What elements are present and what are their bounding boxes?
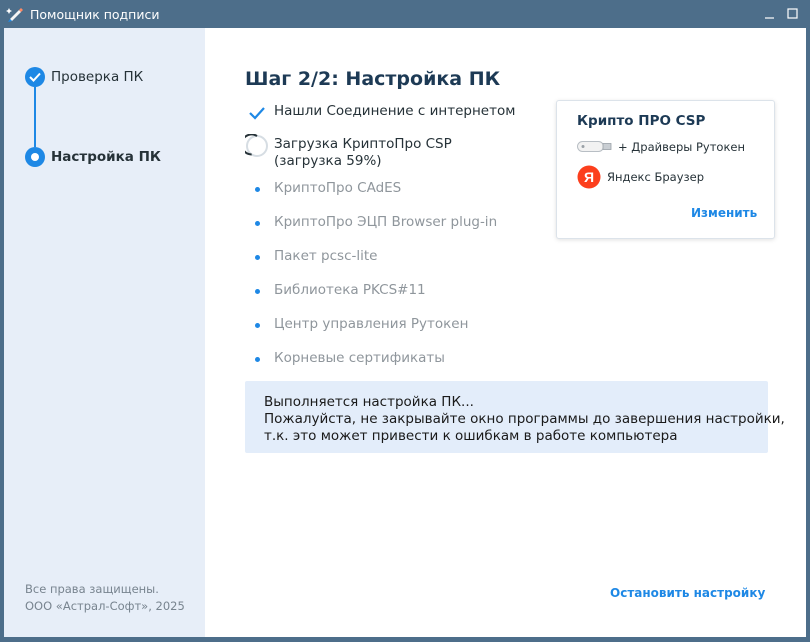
window-content: Проверка ПК Настройка ПК Все права защищ… — [4, 28, 806, 637]
sidebar-step-label: Настройка ПК — [51, 149, 161, 165]
bullet-icon — [255, 289, 260, 294]
app-logo-icon — [6, 8, 23, 22]
page-title: Шаг 2/2: Настройка ПК — [245, 68, 501, 90]
task-label: Нашли Соединение с интернетом — [274, 103, 516, 119]
info-line: т.к. это может привести к ошибкам в рабо… — [264, 428, 678, 444]
bullet-icon — [255, 255, 260, 260]
task-label: КриптоПро CAdES — [274, 180, 402, 196]
task-label: Пакет pcsc-lite — [274, 248, 378, 264]
component-card: Крипто ПРО CSP + Драйверы Рутокен Я Янде… — [556, 100, 775, 239]
loading-spinner-icon — [245, 134, 268, 157]
change-link[interactable]: Изменить — [691, 206, 757, 220]
step-done-icon — [25, 67, 45, 87]
app-window: Помощник подписи Проверка ПК Настройка П… — [0, 0, 810, 642]
bullet-icon — [255, 323, 260, 328]
copyright: Все права защищены. ООО «Астрал-Софт», 2… — [25, 581, 185, 615]
card-item-label: Яндекс Браузер — [607, 170, 704, 184]
copyright-line: ООО «Астрал-Софт», 2025 — [25, 599, 185, 613]
check-icon — [249, 107, 265, 120]
main-panel: Шаг 2/2: Настройка ПК Нашли Соединение с… — [205, 28, 806, 637]
info-line: Пожалуйста, не закрывайте окно программы… — [264, 411, 785, 427]
info-text: Выполняется настройка ПК... Пожалуйста, … — [264, 394, 785, 445]
stop-setup-button[interactable]: Остановить настройку — [610, 586, 765, 600]
sidebar: Проверка ПК Настройка ПК Все права защищ… — [4, 28, 205, 637]
bullet-icon — [255, 357, 260, 362]
task-label: КриптоПро ЭЦП Browser plug-in — [274, 214, 498, 230]
yandex-icon-letter: Я — [584, 169, 594, 185]
maximize-icon[interactable] — [783, 4, 803, 24]
bullet-icon — [255, 221, 260, 226]
copyright-line: Все права защищены. — [25, 582, 159, 596]
minimize-icon[interactable] — [760, 4, 780, 24]
step-current-icon — [25, 147, 45, 167]
step-connector — [34, 87, 36, 147]
info-banner: Выполняется настройка ПК... Пожалуйста, … — [245, 381, 785, 453]
usb-token-icon — [577, 141, 612, 152]
title-bar[interactable]: Помощник подписи — [0, 0, 810, 28]
info-line: Выполняется настройка ПК... — [264, 394, 474, 410]
task-label: Библиотека PKCS#11 — [274, 282, 426, 298]
window-title: Помощник подписи — [30, 7, 160, 22]
card-item-label: + Драйверы Рутокен — [618, 140, 745, 154]
task-label: Загрузка КриптоПро CSP — [274, 136, 452, 152]
card-title: Крипто ПРО CSP — [577, 113, 706, 129]
bullet-icon — [255, 187, 260, 192]
yandex-icon: Я — [577, 165, 601, 189]
sidebar-step-label: Проверка ПК — [51, 69, 144, 85]
task-label: Корневые сертификаты — [274, 350, 445, 366]
task-progress-label: (загрузка 59%) — [274, 153, 382, 169]
task-label: Центр управления Рутокен — [274, 316, 469, 332]
